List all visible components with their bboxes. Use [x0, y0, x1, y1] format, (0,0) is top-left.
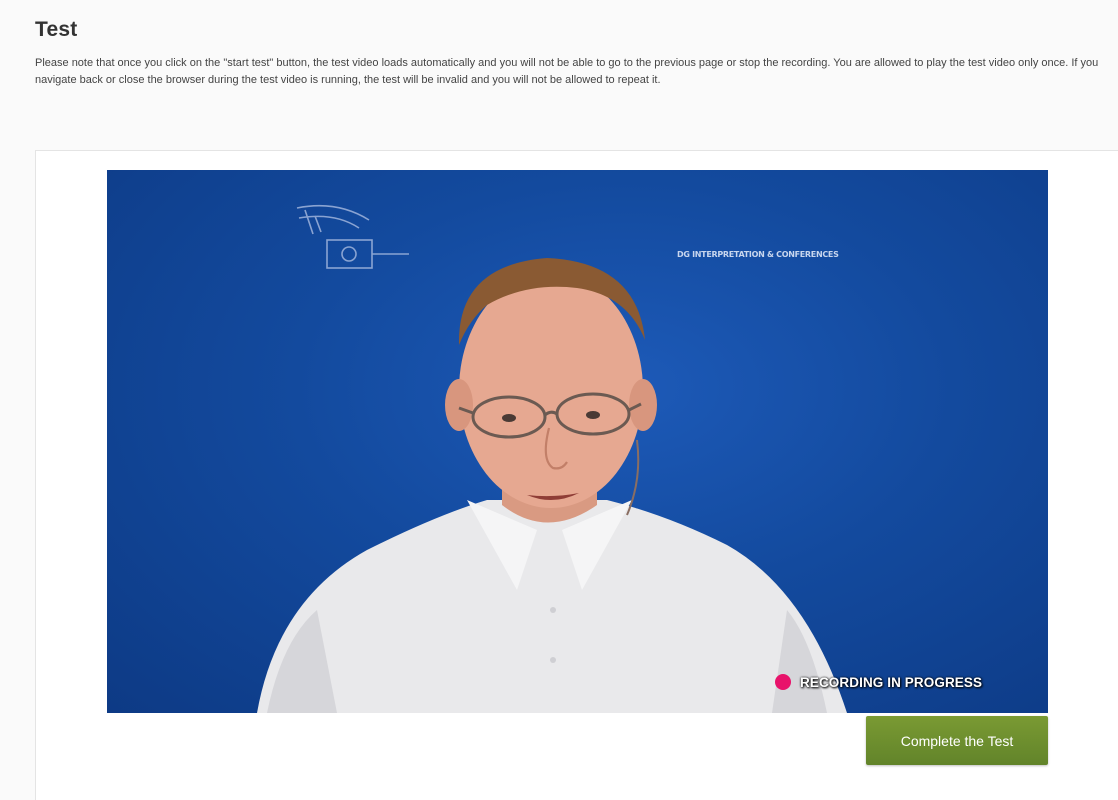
- recording-status-label: RECORDING IN PROGRESS: [800, 674, 983, 690]
- video-frame-speaker: [257, 204, 847, 713]
- test-video-player[interactable]: DG INTERPRETATION & CONFERENCES RECORDIN…: [107, 170, 1048, 713]
- eu-logo-icon: [296, 204, 409, 269]
- test-page: Test Please note that once you click on …: [0, 0, 1118, 800]
- page-title: Test: [35, 18, 78, 41]
- recording-dot-icon: [775, 674, 791, 690]
- test-instructions: Please note that once you click on the "…: [35, 57, 1099, 86]
- video-overlay-label: DG INTERPRETATION & CONFERENCES: [677, 250, 839, 259]
- complete-test-button[interactable]: Complete the Test: [866, 716, 1048, 765]
- recording-indicator: RECORDING IN PROGRESS: [775, 674, 982, 690]
